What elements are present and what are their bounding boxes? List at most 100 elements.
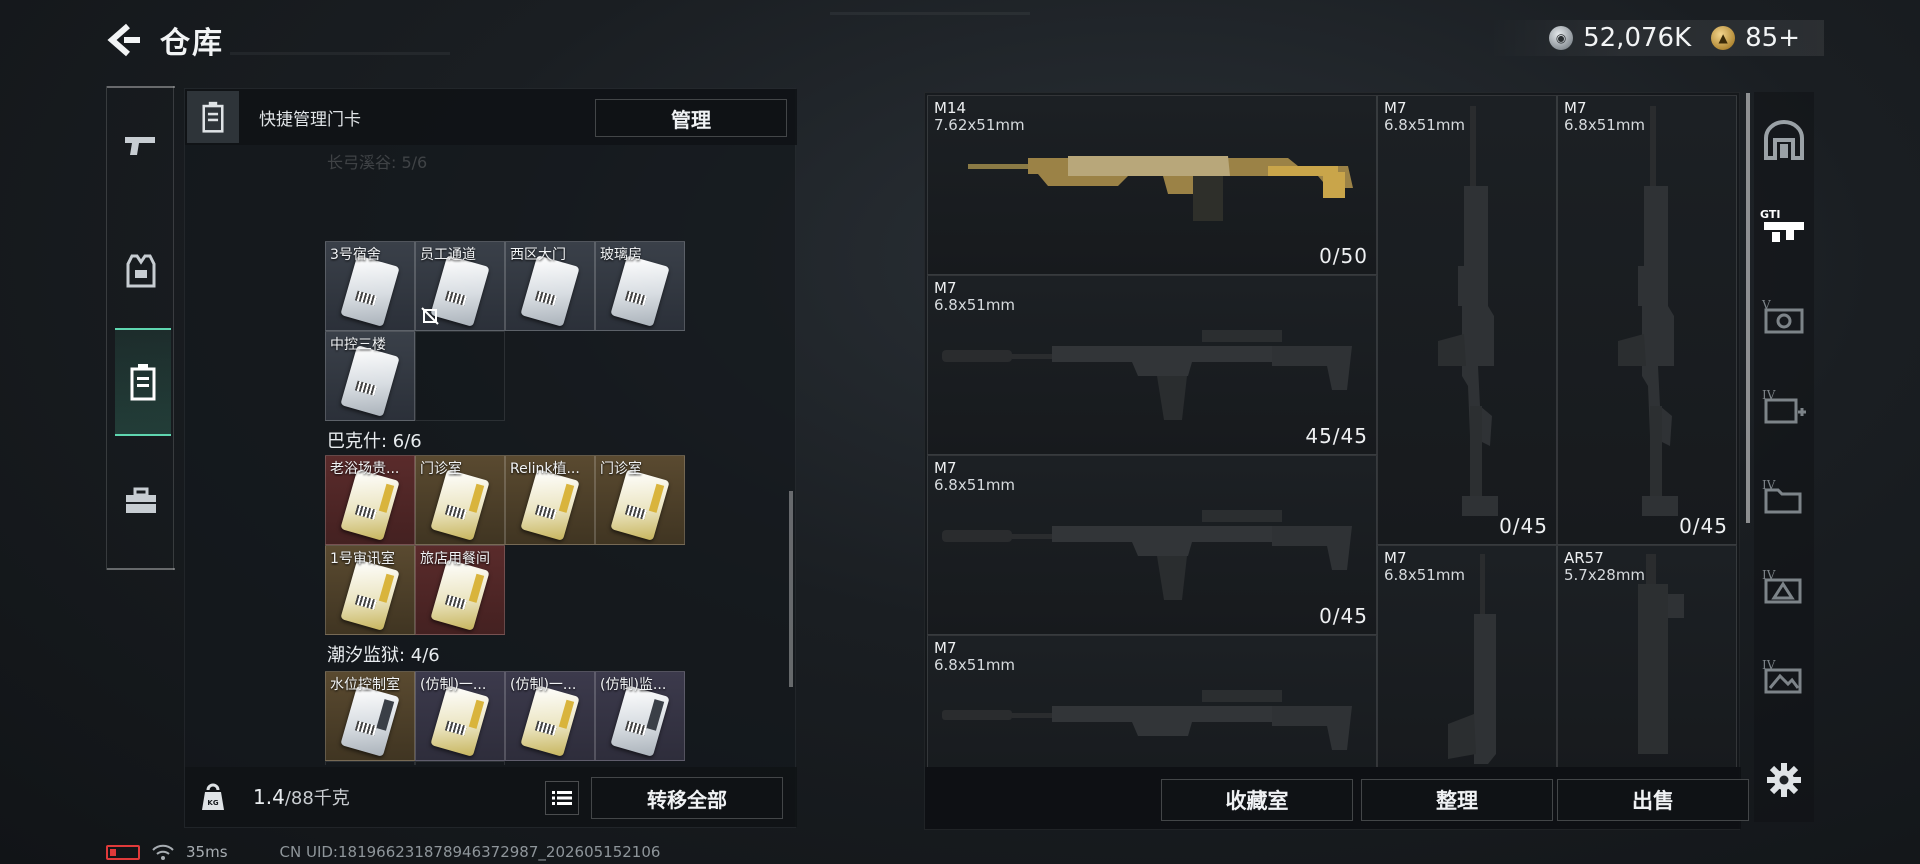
rifle-image-m7-vertical xyxy=(1438,106,1498,516)
sort-button[interactable]: 整理 xyxy=(1361,779,1553,821)
weapon-name: M7 xyxy=(1564,99,1587,117)
currency-bar: ◉ 52,076K ▲ 85+ xyxy=(1489,20,1824,56)
keycard-image xyxy=(520,469,580,541)
weapon-slot[interactable]: M7 6.8x51mm 0/45 xyxy=(1377,95,1557,545)
keycard-slot[interactable]: 员工通道 xyxy=(415,241,505,331)
keycard-slot[interactable]: Relink植... xyxy=(505,455,595,545)
keycard-panel: 快捷管理门卡 管理 长弓溪谷: 5/6 3号宿舍 员工通道 西区大门 玻璃房 中… xyxy=(184,88,797,828)
weapon-slot[interactable]: M7 6.8x51mm 0/45 xyxy=(927,455,1377,635)
keycard-label: Relink植... xyxy=(510,461,580,477)
weapon-name: M7 xyxy=(1384,99,1407,117)
section-title-tidal-prison: 潮汐监狱: 4/6 xyxy=(327,645,440,666)
strip-item-tactical[interactable]: IV xyxy=(1760,562,1808,610)
settings-button[interactable] xyxy=(1760,756,1808,804)
keycard-image xyxy=(430,469,490,541)
strip-item-collectibles[interactable]: IV xyxy=(1760,652,1808,700)
keycard-slot[interactable]: 1号审讯室 xyxy=(325,545,415,635)
list-view-button[interactable] xyxy=(545,781,579,815)
keycard-slot[interactable]: (仿制)一... xyxy=(505,671,595,761)
transfer-all-button[interactable]: 转移全部 xyxy=(591,777,783,819)
strip-item-tier-v[interactable]: V xyxy=(1760,292,1808,340)
keycard-slot[interactable]: 西区大门 xyxy=(505,241,595,331)
gti-rifle-icon: GTI xyxy=(1760,208,1804,242)
weapon-grid-scrollbar[interactable] xyxy=(1746,93,1750,523)
sell-button[interactable]: 出售 xyxy=(1557,779,1749,821)
keycard-slot[interactable]: 旅店用餐间 xyxy=(415,545,505,635)
keycard-image xyxy=(610,255,670,327)
nav-item-armor[interactable] xyxy=(113,236,169,306)
collection-room-button[interactable]: 收藏室 xyxy=(1161,779,1353,821)
battery-low-icon xyxy=(106,844,140,860)
empty-keycard-slot[interactable] xyxy=(325,761,415,765)
gold-currency-value[interactable]: 85+ xyxy=(1745,23,1800,53)
keycard-slot[interactable]: 水位控制室 xyxy=(325,671,415,761)
back-arrow-icon xyxy=(107,23,140,57)
weapon-slot[interactable]: AR57 5.7x28mm xyxy=(1557,545,1737,767)
silver-coin-icon: ◉ xyxy=(1549,26,1574,50)
keycard-image xyxy=(340,469,400,541)
strip-item-medical[interactable]: IV xyxy=(1760,382,1808,430)
keycard-slot[interactable]: (仿制)监... xyxy=(595,671,685,761)
keycard-label: 3号宿舍 xyxy=(330,247,381,263)
section-title-bakhsh: 巴克什: 6/6 xyxy=(327,431,422,452)
keycard-list[interactable]: 长弓溪谷: 5/6 3号宿舍 员工通道 西区大门 玻璃房 中控三楼 巴克什: 6… xyxy=(325,153,785,765)
keycard-label: 老浴场贵... xyxy=(330,461,400,477)
keycard-slot[interactable]: 3号宿舍 xyxy=(325,241,415,331)
svg-text:KG: KG xyxy=(207,799,218,807)
keycard-slot[interactable]: 门诊室 xyxy=(595,455,685,545)
weight-icon-box: KG xyxy=(187,771,239,823)
strip-item-all[interactable] xyxy=(1760,116,1808,164)
wifi-icon xyxy=(152,844,174,860)
keycard-icon xyxy=(130,364,156,401)
empty-keycard-slot[interactable] xyxy=(415,331,505,421)
keycard-image xyxy=(340,255,400,327)
section-heading-faded: 长弓溪谷: 5/6 xyxy=(327,153,428,172)
pistol-icon xyxy=(125,137,155,155)
rifle-image-m7 xyxy=(942,330,1352,420)
keycard-label: (仿制)一... xyxy=(510,677,577,693)
strip-item-guns[interactable]: GTI xyxy=(1760,202,1808,250)
empty-keycard-slot[interactable] xyxy=(415,761,505,765)
weapon-name: M14 xyxy=(934,99,967,117)
toolbox-icon xyxy=(126,487,156,513)
keycard-list-scrollbar[interactable] xyxy=(789,491,793,687)
keycard-label: 门诊室 xyxy=(420,461,462,477)
keycard-image xyxy=(520,255,580,327)
storage-category-strip: GTI V IV IV IV IV xyxy=(1754,92,1814,822)
keycard-slot[interactable]: (仿制)一... xyxy=(415,671,505,761)
keycard-panel-title: 快捷管理门卡 xyxy=(259,109,361,130)
nav-item-equipment[interactable] xyxy=(113,466,169,536)
keycard-label: 水位控制室 xyxy=(330,677,400,693)
keycard-grid-section-1: 3号宿舍 员工通道 西区大门 玻璃房 中控三楼 xyxy=(325,241,685,421)
weapon-slot[interactable]: M7 6.8x51mm xyxy=(1377,545,1557,767)
keycard-slot[interactable]: 老浴场贵... xyxy=(325,455,415,545)
nav-item-weapons[interactable] xyxy=(113,110,169,180)
gti-label: GTI xyxy=(1760,208,1780,221)
keycard-label: 1号审讯室 xyxy=(330,551,395,567)
weapon-caliber: 7.62x51mm xyxy=(934,116,1025,134)
keycard-image xyxy=(430,559,490,631)
carry-weight-max: /88千克 xyxy=(284,788,350,809)
keycard-label: 中控三楼 xyxy=(330,337,386,353)
tier-iv-mountain-icon: IV xyxy=(1762,658,1802,694)
weapon-name: AR57 xyxy=(1564,549,1604,567)
keycard-slot[interactable]: 门诊室 xyxy=(415,455,505,545)
nav-item-keycards[interactable] xyxy=(115,328,171,436)
strip-item-documents[interactable]: IV xyxy=(1760,472,1808,520)
weapon-slot[interactable]: M7 6.8x51mm 0/45 xyxy=(1557,95,1737,545)
keycard-label: 玻璃房 xyxy=(600,247,642,263)
keycard-slot[interactable]: 中控三楼 xyxy=(325,331,415,421)
keycard-slot[interactable]: 玻璃房 xyxy=(595,241,685,331)
weapon-ammo: 0/45 xyxy=(1679,514,1728,538)
back-button[interactable] xyxy=(104,20,144,60)
keycard-image xyxy=(610,685,670,757)
bunker-icon xyxy=(1764,120,1804,160)
weapon-slot[interactable]: M7 6.8x51mm xyxy=(927,635,1377,767)
category-nav xyxy=(106,86,175,570)
weapon-slot[interactable]: M14 7.62x51mm 0/50 xyxy=(927,95,1377,275)
carry-weight-value: 1.4 xyxy=(253,785,285,809)
weapon-grid[interactable]: M14 7.62x51mm 0/50 M7 6.8x51mm 0/45 M7 6… xyxy=(927,95,1739,767)
manage-button[interactable]: 管理 xyxy=(595,99,787,137)
rifle-image-m7 xyxy=(942,690,1352,750)
weapon-slot[interactable]: M7 6.8x51mm 45/45 xyxy=(927,275,1377,455)
